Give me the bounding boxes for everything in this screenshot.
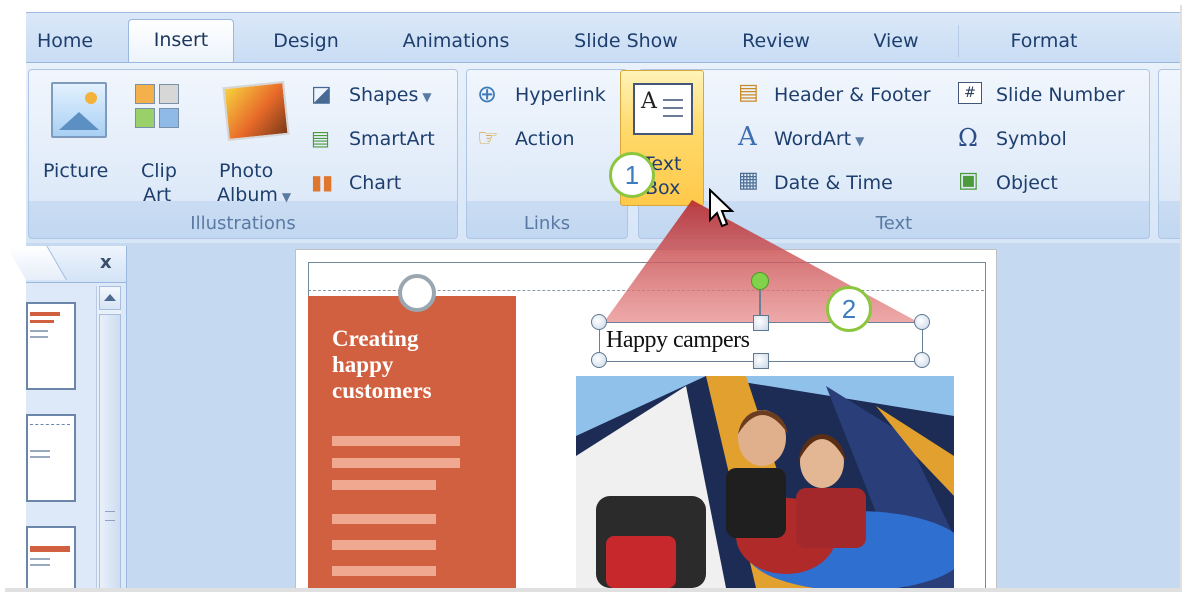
slide-orange-panel: Creating happy customers — [308, 296, 516, 588]
picture-button[interactable]: Picture — [37, 76, 117, 206]
resize-handle-bottom-right[interactable] — [914, 352, 930, 368]
symbol-label: Symbol — [996, 128, 1067, 150]
decor-line — [332, 480, 436, 490]
photo-album-label-1: Photo — [219, 160, 274, 182]
date-time-button[interactable]: ▦ Date & Time — [738, 168, 948, 196]
resize-handle-top[interactable] — [753, 315, 769, 331]
header-footer-label: Header & Footer — [774, 84, 931, 106]
slide-thumbnail-1[interactable] — [26, 302, 76, 390]
photo-album-icon — [222, 80, 290, 142]
action-button[interactable]: ☞ Action — [477, 124, 617, 152]
slides-pane-header: x — [6, 246, 126, 283]
hyperlink-icon: ⊕ — [477, 80, 498, 108]
tab-design[interactable]: Design — [256, 25, 356, 57]
decor-line — [332, 566, 436, 576]
tab-view[interactable]: View — [856, 25, 936, 57]
powerpoint-window: Home Insert Design Animations Slide Show… — [0, 0, 1182, 601]
slide-number-button[interactable]: # Slide Number — [958, 82, 1148, 108]
rotate-handle[interactable] — [751, 272, 769, 290]
decor-line — [332, 540, 436, 550]
clip-art-icon — [135, 84, 181, 130]
date-time-icon: ▦ — [738, 168, 759, 193]
tab-home[interactable]: Home — [26, 25, 104, 57]
slides-tab[interactable] — [6, 246, 67, 280]
scroll-up-arrow-icon — [104, 294, 116, 301]
pointer-cone-graphic — [604, 200, 918, 322]
action-icon: ☞ — [477, 124, 499, 152]
resize-handle-bottom-left[interactable] — [591, 352, 607, 368]
textbox-content: Happy campers — [606, 327, 750, 353]
tab-review[interactable]: Review — [726, 25, 826, 57]
hyperlink-button[interactable]: ⊕ Hyperlink — [477, 80, 617, 108]
object-icon: ▣ — [958, 168, 979, 193]
mouse-cursor-icon — [709, 188, 735, 228]
action-label: Action — [515, 128, 575, 150]
picture-label: Picture — [43, 160, 109, 182]
photo-album-button[interactable]: Photo Album ▼ — [207, 76, 303, 206]
step-callout-2: 2 — [826, 286, 872, 332]
photo-album-label-2: Album ▼ — [217, 184, 292, 206]
slides-pane-scrollbar[interactable] — [96, 286, 121, 589]
chart-button[interactable]: ▮▮ Chart — [311, 170, 451, 196]
illustrations-group-title: Illustrations — [190, 213, 296, 234]
smartart-button[interactable]: ▤ SmartArt — [311, 126, 451, 152]
close-pane-button[interactable]: x — [100, 252, 112, 273]
next-group-partial — [1158, 69, 1182, 239]
slide-thumbnail-2[interactable] — [26, 414, 76, 502]
chart-label: Chart — [349, 172, 402, 194]
hyperlink-label: Hyperlink — [515, 84, 606, 106]
wordart-label: WordArt ▼ — [774, 128, 865, 150]
chart-icon: ▮▮ — [311, 170, 334, 194]
shapes-icon: ◪ — [311, 82, 332, 107]
slide-number-label: Slide Number — [996, 84, 1125, 106]
decor-line — [332, 458, 460, 468]
scrollbar-thumb[interactable] — [99, 314, 121, 589]
slide-photo — [576, 376, 954, 588]
shapes-button[interactable]: ◪ Shapes ▼ — [311, 82, 451, 108]
shapes-label: Shapes ▼ — [349, 84, 432, 106]
scroll-up-button[interactable] — [99, 286, 121, 310]
tab-slide-show[interactable]: Slide Show — [556, 25, 696, 57]
symbol-icon: Ω — [958, 124, 978, 152]
ribbon-tab-bar: Home Insert Design Animations Slide Show… — [26, 12, 1182, 70]
smartart-icon: ▤ — [311, 126, 330, 150]
decor-line — [332, 514, 436, 524]
resize-handle-bottom[interactable] — [753, 353, 769, 369]
object-label: Object — [996, 172, 1058, 194]
slide-heading: Creating happy customers — [332, 326, 432, 403]
campers-photo-illustration — [576, 376, 954, 588]
date-time-label: Date & Time — [774, 172, 893, 194]
wordart-icon: A — [738, 122, 757, 152]
decor-line — [332, 436, 460, 446]
step-callout-1: 1 — [609, 152, 655, 198]
text-box-icon: A — [633, 83, 693, 135]
resize-handle-top-right[interactable] — [914, 314, 930, 330]
object-button[interactable]: ▣ Object — [958, 168, 1148, 196]
clip-art-button[interactable]: Clip Art — [125, 76, 195, 206]
header-footer-icon: ▤ — [738, 80, 759, 105]
wordart-button[interactable]: A WordArt ▼ — [738, 122, 948, 152]
illustrations-group: Picture Clip Art Photo Album ▼ ◪ Shapes … — [28, 69, 458, 239]
slide-number-icon: # — [958, 82, 982, 104]
tab-animations[interactable]: Animations — [386, 25, 526, 57]
slide-thumbnail-3[interactable] — [26, 526, 76, 590]
picture-icon — [51, 82, 107, 138]
clip-art-label-1: Clip — [141, 160, 177, 182]
resize-handle-top-left[interactable] — [591, 314, 607, 330]
tab-format[interactable]: Format — [958, 25, 1129, 57]
clip-art-label-2: Art — [143, 184, 172, 206]
header-footer-button[interactable]: ▤ Header & Footer — [738, 80, 948, 108]
decor-circle — [398, 274, 436, 312]
smartart-label: SmartArt — [349, 128, 435, 150]
symbol-button[interactable]: Ω Symbol — [958, 124, 1148, 152]
